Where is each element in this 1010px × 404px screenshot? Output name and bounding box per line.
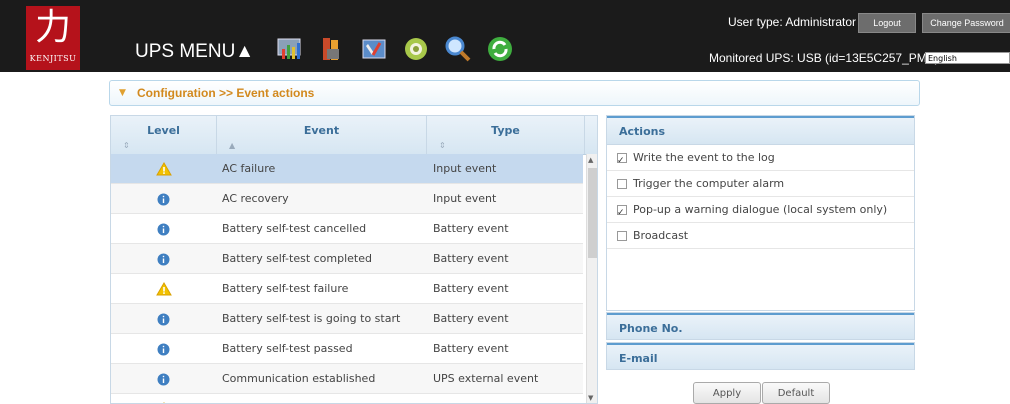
sort-icon: ⇕ — [439, 141, 446, 150]
column-label-type: Type — [491, 124, 520, 137]
action-item: Broadcast — [607, 223, 914, 249]
column-header-level[interactable]: Level ⇕ — [111, 116, 217, 154]
event-type-cell: Battery event — [433, 342, 509, 355]
sort-icon: ⇕ — [123, 141, 130, 150]
warning-icon — [111, 394, 216, 403]
event-type-cell: Battery event — [433, 252, 509, 265]
monitored-ups-label: Monitored UPS: USB (id=13E5C257_PMV) — [709, 51, 939, 65]
settings-gear-icon[interactable] — [401, 34, 431, 64]
monitoring-chart-icon[interactable] — [275, 34, 305, 64]
table-row[interactable]: Battery self-test completed Battery event — [111, 244, 583, 274]
default-button[interactable]: Default — [762, 382, 830, 404]
action-label: Broadcast — [633, 229, 689, 242]
action-checkbox[interactable] — [617, 178, 627, 189]
action-item: Trigger the computer alarm — [607, 171, 914, 197]
table-row[interactable]: Communication established UPS external ev… — [111, 364, 583, 394]
event-type-cell: Input event — [433, 192, 497, 205]
refresh-icon[interactable] — [485, 34, 515, 64]
info-icon — [111, 364, 216, 393]
actions-header: Actions — [607, 116, 914, 145]
logs-icon[interactable] — [317, 34, 347, 64]
column-label-level: Level — [147, 124, 180, 137]
scroll-down-icon[interactable]: ▼ — [588, 394, 593, 402]
info-icon — [111, 244, 216, 273]
table-body: AC failure Input event AC recovery Input ev… — [111, 154, 583, 403]
ups-menu-toggle[interactable]: UPS MENU▲ — [135, 41, 254, 63]
top-header: 力 KENJITSU UPS MENU▲ User type: Administ… — [0, 0, 1010, 72]
apply-button[interactable]: Apply — [693, 382, 761, 404]
action-checkbox[interactable] — [617, 230, 627, 241]
event-type-cell: Battery event — [433, 222, 509, 235]
table-row[interactable]: Battery self-test is going to start Batte… — [111, 304, 583, 334]
email-title: E-mail — [619, 352, 658, 365]
column-label-event: Event — [303, 124, 340, 137]
event-name-cell: Battery self-test cancelled — [222, 222, 367, 235]
breadcrumb-text: Configuration >> Event actions — [137, 86, 315, 100]
event-name-cell: Battery self-test is going to start — [222, 312, 401, 325]
event-type-cell: Input event — [433, 162, 497, 175]
table-row[interactable]: Battery self-test failure Battery event — [111, 274, 583, 304]
action-item: Write the event to the log — [607, 145, 914, 174]
event-name-cell: AC recovery — [222, 192, 289, 205]
info-icon — [111, 184, 216, 213]
collapse-arrow-icon[interactable]: ▼ — [119, 88, 126, 98]
action-label: Write the event to the log — [633, 151, 775, 164]
column-header-type[interactable]: Type ⇕ — [427, 116, 585, 154]
event-name-cell: Communication established — [222, 372, 376, 385]
warning-icon — [111, 274, 216, 303]
action-checkbox[interactable] — [617, 149, 627, 174]
warning-icon — [111, 154, 216, 183]
email-panel[interactable]: E-mail — [606, 342, 915, 370]
events-table: Level ⇕ Event ▲ Type ⇕ AC failure Input e… — [110, 115, 598, 404]
action-checkbox[interactable] — [617, 201, 627, 226]
sort-icon: ▲ — [229, 141, 236, 150]
table-scrollbar[interactable]: ▲ ▼ — [586, 154, 597, 403]
scroll-up-icon[interactable]: ▲ — [588, 156, 593, 164]
menu-icon-bar — [275, 34, 515, 64]
table-row[interactable]: Communication lost UPS external event — [111, 394, 583, 403]
event-name-cell: Communication lost — [222, 394, 422, 403]
change-password-button[interactable]: Change Password — [922, 13, 1010, 33]
event-name-cell: Battery self-test passed — [222, 342, 353, 355]
event-name-cell: AC failure — [222, 162, 276, 175]
table-row[interactable]: AC failure Input event — [111, 154, 583, 184]
phone-header[interactable]: Phone No. — [607, 313, 914, 340]
phone-title: Phone No. — [619, 322, 683, 335]
info-icon — [111, 214, 216, 243]
breadcrumb: ▼ Configuration >> Event actions — [109, 80, 920, 106]
table-row[interactable]: Battery self-test cancelled Battery event — [111, 214, 583, 244]
scrollbar-thumb[interactable] — [588, 168, 597, 258]
kenjitsu-logo: 力 KENJITSU — [26, 6, 80, 70]
event-type-cell: Battery event — [433, 282, 509, 295]
info-icon — [111, 304, 216, 333]
search-icon[interactable] — [443, 34, 473, 64]
event-type-cell: Battery event — [433, 312, 509, 325]
email-header[interactable]: E-mail — [607, 343, 914, 370]
phone-panel[interactable]: Phone No. — [606, 312, 915, 340]
action-label: Trigger the computer alarm — [633, 177, 785, 190]
table-row[interactable]: AC recovery Input event — [111, 184, 583, 214]
logout-button[interactable]: Logout — [858, 13, 916, 33]
table-header: Level ⇕ Event ▲ Type ⇕ — [111, 116, 597, 155]
event-name-cell: Battery self-test completed — [222, 252, 372, 265]
logo-text: KENJITSU — [29, 54, 77, 63]
language-select[interactable]: English — [925, 52, 1010, 64]
actions-list: Write the event to the log Trigger the co… — [607, 145, 914, 249]
table-row[interactable]: Battery self-test passed Battery event — [111, 334, 583, 364]
logo-glyph: 力 — [34, 7, 71, 48]
column-header-event[interactable]: Event ▲ — [217, 116, 427, 154]
action-label: Pop-up a warning dialogue (local system … — [633, 203, 888, 216]
event-type-cell: UPS external event — [433, 372, 539, 385]
action-item: Pop-up a warning dialogue (local system … — [607, 197, 914, 226]
event-type-cell: UPS external event — [433, 394, 583, 403]
configuration-tools-icon[interactable] — [359, 34, 389, 64]
actions-panel: Actions Write the event to the log Trigge… — [606, 115, 915, 311]
user-type-label: User type: Administrator — [728, 15, 857, 29]
actions-title: Actions — [619, 125, 665, 138]
event-name-cell: Battery self-test failure — [222, 282, 349, 295]
info-icon — [111, 334, 216, 363]
